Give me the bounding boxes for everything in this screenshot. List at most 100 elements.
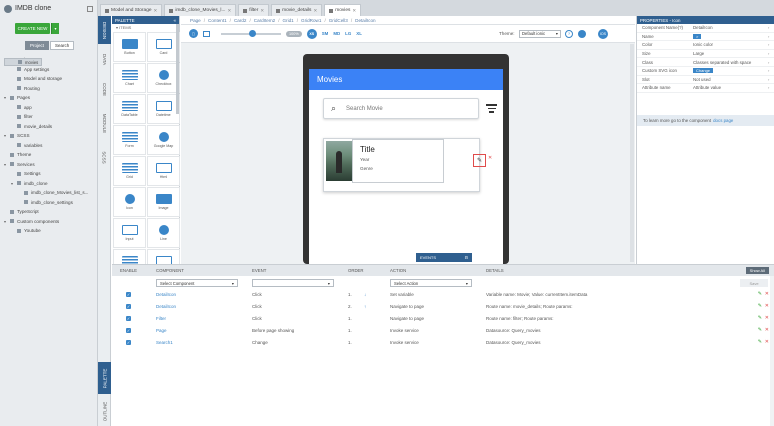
movie-card[interactable]: Title Year Genre ✎ ✕: [323, 138, 492, 192]
tree-item[interactable]: Youtube: [4, 226, 96, 236]
tab-2[interactable]: filter ✕: [238, 4, 270, 16]
event-component-link[interactable]: Search1: [156, 340, 173, 345]
tab-1[interactable]: imdb_clone_Movies_l... ✕: [164, 4, 237, 16]
tree-item[interactable]: ▾ Pages: [4, 93, 96, 103]
breadcrumb-item[interactable]: GridCell3: [329, 18, 348, 23]
tree-item[interactable]: variables: [4, 141, 96, 151]
property-row[interactable]: Name > ›: [637, 33, 774, 42]
tree-item[interactable]: Routing: [4, 84, 96, 94]
delete-icon[interactable]: ✕: [765, 303, 769, 309]
edit-icon[interactable]: ✎: [758, 291, 762, 297]
property-row[interactable]: Class Classes separated with space ›: [637, 58, 774, 67]
delete-icon[interactable]: ✕: [765, 339, 769, 345]
card-grid-cell[interactable]: Title Year Genre: [352, 139, 444, 183]
breadcrumb-item[interactable]: GridRow1: [301, 18, 321, 23]
close-icon[interactable]: ✕: [260, 8, 264, 14]
breadcrumb-item[interactable]: Content1: [208, 18, 227, 23]
breakpoint-xs[interactable]: XS: [306, 28, 317, 39]
tree-item[interactable]: filter: [4, 112, 96, 122]
help-icon[interactable]: ?: [565, 29, 573, 38]
property-row[interactable]: Custom SVG icon Change ›: [637, 67, 774, 76]
delete-icon[interactable]: ✕: [765, 327, 769, 333]
side-tab-design[interactable]: DESIGN: [98, 16, 111, 44]
side-tab-module[interactable]: MODULE: [98, 106, 111, 140]
close-icon[interactable]: ✕: [227, 8, 231, 14]
filter-icon[interactable]: [486, 104, 497, 115]
property-row[interactable]: Size Large ›: [637, 50, 774, 59]
palette-item-datatable[interactable]: DataTable: [113, 94, 146, 124]
event-component-link[interactable]: Page: [156, 328, 167, 333]
save-button[interactable]: Save: [740, 279, 768, 287]
enable-checkbox[interactable]: ✓: [126, 292, 131, 297]
close-icon[interactable]: ✕: [313, 8, 317, 14]
property-value[interactable]: Attribute value: [693, 85, 768, 90]
create-new-button[interactable]: CREATE NEW: [15, 23, 50, 34]
tab-3[interactable]: movie_details ✕: [271, 4, 323, 16]
bottom-tab-palette[interactable]: PALETTE: [98, 362, 111, 394]
breakpoint-sm[interactable]: SM: [322, 31, 329, 36]
delete-icon[interactable]: ✕: [765, 291, 769, 297]
property-row[interactable]: Slot Not used ›: [637, 76, 774, 85]
enable-checkbox[interactable]: ✓: [126, 304, 131, 309]
zoom-slider-knob[interactable]: [249, 30, 256, 37]
palette-section-items[interactable]: ▾ ITEMS: [112, 24, 179, 31]
device-icon[interactable]: ▢: [189, 29, 198, 38]
palette-collapse-icon[interactable]: «: [173, 18, 176, 23]
palette-item-html[interactable]: Html: [147, 156, 180, 186]
breakpoint-xl[interactable]: XL: [356, 31, 362, 36]
breakpoint-lg[interactable]: LG: [345, 31, 351, 36]
enable-checkbox[interactable]: ✓: [126, 316, 131, 321]
edit-icon[interactable]: ✎: [758, 327, 762, 333]
close-icon[interactable]: ✕: [154, 8, 158, 14]
palette-scrollbar[interactable]: [176, 24, 179, 114]
tree-item[interactable]: Settings: [4, 169, 96, 179]
remove-icon[interactable]: ✕: [488, 155, 492, 161]
docs-link[interactable]: docs page: [713, 118, 733, 123]
close-icon[interactable]: ✕: [352, 8, 356, 14]
show-all-button[interactable]: Show All: [745, 267, 769, 274]
enable-checkbox[interactable]: ✓: [126, 328, 131, 333]
property-value[interactable]: DetailIcon: [693, 25, 768, 30]
tree-item[interactable]: movies: [4, 58, 43, 66]
property-value[interactable]: Classes separated with space: [693, 60, 768, 65]
property-value[interactable]: Not used: [693, 77, 768, 82]
tree-item[interactable]: movie_details: [4, 122, 96, 132]
events-panel-tab[interactable]: EVENTS ⊟: [416, 253, 472, 262]
tab-search[interactable]: Search: [50, 41, 75, 50]
panel-menu-icon[interactable]: [87, 5, 93, 12]
property-value[interactable]: >: [693, 33, 768, 39]
palette-item-chart[interactable]: Chart: [113, 63, 146, 93]
theme-select[interactable]: Default ionic ▾: [519, 29, 561, 38]
edit-icon[interactable]: ✎: [758, 339, 762, 345]
create-new-dropdown-icon[interactable]: ▾: [51, 23, 59, 34]
select-action[interactable]: Select Action ▾: [390, 279, 472, 287]
breadcrumb-item[interactable]: Card2: [234, 18, 247, 23]
preview-icon[interactable]: [578, 29, 586, 38]
order-arrow-icon[interactable]: ↓: [364, 292, 366, 297]
event-component-link[interactable]: Filter: [156, 316, 166, 321]
detail-icon[interactable]: ✎: [473, 154, 486, 167]
select-component[interactable]: Select Component ▾: [156, 279, 238, 287]
property-row[interactable]: Component Name(?) DetailIcon ›: [637, 24, 774, 33]
tab-0[interactable]: Model and Storage ✕: [100, 4, 163, 16]
palette-item-line[interactable]: Line: [147, 218, 180, 248]
property-value[interactable]: Change: [693, 68, 768, 74]
side-tab-code[interactable]: CODE: [98, 74, 111, 104]
tree-item[interactable]: ▾ SCSS: [4, 131, 96, 141]
zoom-slider[interactable]: [221, 30, 281, 37]
edit-icon[interactable]: ✎: [758, 303, 762, 309]
palette-item-form[interactable]: Form: [113, 125, 146, 155]
tree-item[interactable]: ▾ Services: [4, 160, 96, 170]
palette-item-image[interactable]: Image: [147, 187, 180, 217]
tree-item[interactable]: Model and storage: [4, 74, 96, 84]
event-component-link[interactable]: DetailIcon: [156, 304, 176, 309]
event-component-link[interactable]: DetailIcon: [156, 292, 176, 297]
screen-toggle-icon[interactable]: [203, 30, 210, 37]
tree-item[interactable]: app: [4, 103, 96, 113]
collapse-icon[interactable]: ⊟: [465, 255, 468, 260]
canvas-scrollbar[interactable]: [630, 44, 634, 262]
property-row[interactable]: Attribute name Attribute value ›: [637, 84, 774, 93]
order-arrow-icon[interactable]: ↑: [364, 304, 366, 309]
edit-icon[interactable]: ✎: [758, 315, 762, 321]
breadcrumb-item[interactable]: DetailIcon: [355, 18, 375, 23]
